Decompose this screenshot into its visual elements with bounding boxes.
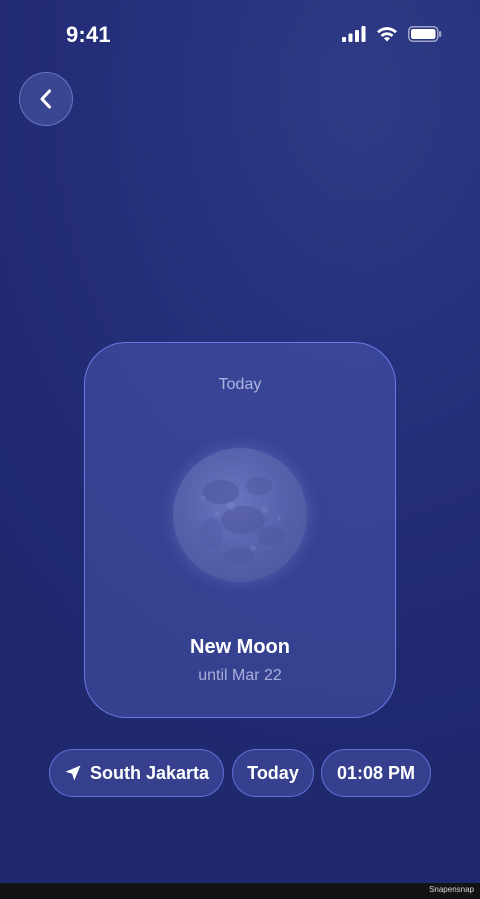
moon-phase-until: until Mar 22	[198, 667, 282, 684]
day-button[interactable]: Today	[232, 749, 314, 797]
moon-image	[173, 448, 307, 582]
location-label: South Jakarta	[89, 762, 210, 783]
back-button[interactable]	[19, 72, 73, 126]
location-button[interactable]: South Jakarta	[49, 749, 224, 797]
moon-phase-screen: 9:41 Today New Moon until Mar 22 South J…	[0, 0, 480, 899]
time-label: 01:08 PM	[336, 762, 416, 783]
status-bar: 9:41	[0, 0, 480, 72]
watermark: Snapensnap	[429, 885, 474, 894]
card-date-label: Today	[218, 376, 262, 393]
battery-icon	[408, 26, 442, 42]
status-time: 9:41	[66, 22, 111, 47]
day-label: Today	[247, 762, 299, 783]
location-arrow-icon	[65, 765, 81, 781]
bottom-bar	[0, 883, 480, 899]
moon-crater-texture	[199, 477, 285, 564]
chevron-left-icon	[40, 89, 51, 109]
status-icons	[342, 26, 442, 42]
moon-phase-card: Today New Moon until Mar 22	[84, 342, 396, 718]
cellular-signal-icon	[342, 26, 366, 42]
wifi-icon	[377, 27, 397, 42]
time-button[interactable]: 01:08 PM	[321, 749, 431, 797]
moon-phase-name: New Moon	[190, 636, 290, 658]
